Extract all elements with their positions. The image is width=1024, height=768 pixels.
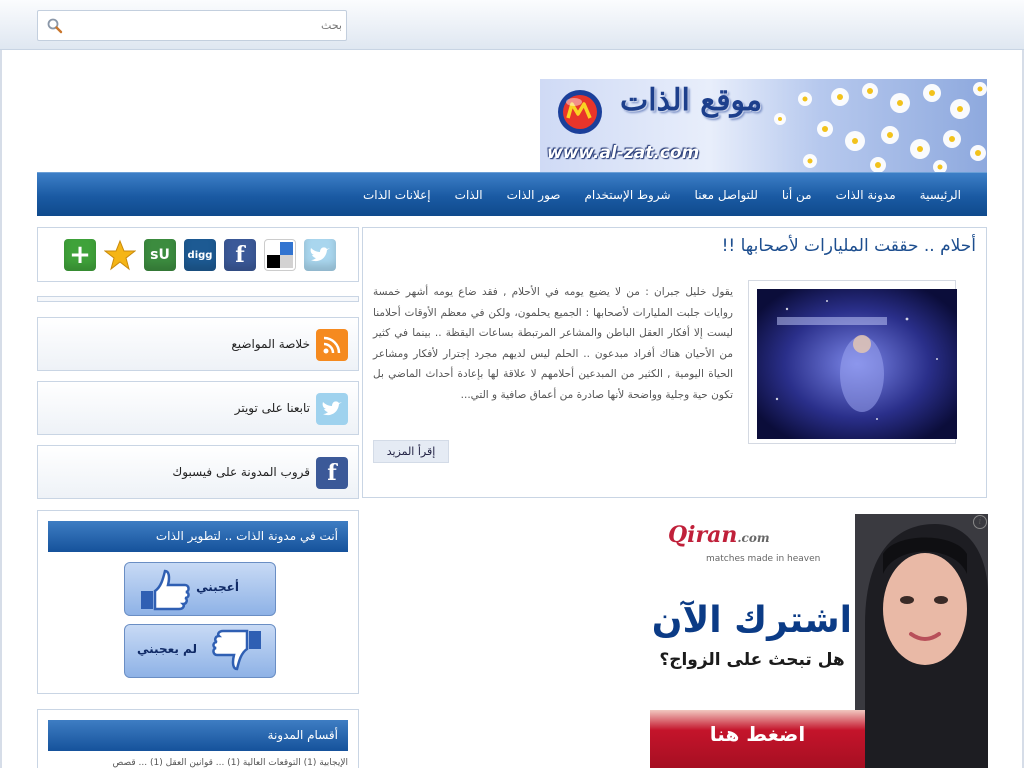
vote-box: أنت في مدونة الذات .. لتطوير الذات أعجبن…: [37, 510, 359, 694]
facebook-icon[interactable]: f: [224, 239, 256, 271]
main-navigation: الرئيسية مدونة الذات من أنا للتواصل معنا…: [37, 172, 987, 216]
site-logo-icon: [558, 90, 602, 134]
stumbleupon-icon[interactable]: sU: [144, 239, 176, 271]
nav-item-blog[interactable]: مدونة الذات: [824, 173, 908, 217]
post-title[interactable]: أحلام .. حققت المليارات لأصحابها !!: [722, 236, 976, 256]
social-share-box: f digg sU +: [37, 227, 359, 282]
ad-cta-button[interactable]: اضغط هنا: [650, 710, 865, 768]
ad-info-icon[interactable]: i: [973, 515, 987, 529]
nav-item-photos[interactable]: صور الذات: [495, 173, 573, 217]
categories-list-preview[interactable]: الإيجابية (1) التوقعات العالية (1) ... ق…: [48, 758, 348, 768]
digg-icon[interactable]: digg: [184, 239, 216, 271]
like-button-label: أعجبني: [196, 580, 239, 594]
ad-brand-logo: Qiran.com: [668, 522, 770, 548]
ad-headline: اشترك الآن: [651, 600, 852, 641]
facebook-widget-label: قروب المدونة على فيسبوك: [172, 465, 310, 479]
rss-widget-label: خلاصة المواضيع: [231, 337, 310, 351]
ad-subheadline: هل تبحث على الزواج؟: [659, 650, 845, 670]
favorite-star-icon[interactable]: [104, 239, 136, 271]
dislike-button[interactable]: لم يعجبني: [124, 624, 276, 678]
top-bar: [0, 0, 1024, 50]
post-excerpt: يقول خليل جبران : من لا يضيع يومه في الأ…: [373, 286, 733, 401]
rss-widget[interactable]: خلاصة المواضيع: [37, 317, 359, 371]
delicious-icon[interactable]: [264, 239, 296, 271]
nav-item-home[interactable]: الرئيسية: [908, 173, 973, 217]
dislike-button-label: لم يعجبني: [137, 642, 197, 656]
categories-box: أقسام المدونة الإيجابية (1) التوقعات الع…: [37, 709, 359, 768]
page-frame-left: [0, 50, 2, 768]
vote-box-title: أنت في مدونة الذات .. لتطوير الذات: [155, 529, 338, 543]
rss-icon: [316, 329, 348, 361]
twitter-widget-label: تابعنا على تويتر: [234, 401, 310, 415]
post-thumbnail[interactable]: [748, 280, 957, 444]
ad-tagline: matches made in heaven: [706, 554, 821, 564]
nav-item-about[interactable]: من أنا: [770, 173, 824, 217]
vote-box-header: أنت في مدونة الذات .. لتطوير الذات: [48, 521, 348, 552]
thumbs-down-icon: [212, 629, 261, 671]
advertisement[interactable]: Qiran.com matches made in heaven اشترك ا…: [650, 514, 988, 768]
twitter-follow-icon: [316, 393, 348, 425]
search-input[interactable]: [82, 14, 342, 37]
nav-item-contact[interactable]: للتواصل معنا: [683, 173, 770, 217]
categories-box-header: أقسام المدونة: [48, 720, 348, 751]
read-more-button[interactable]: إقرأ المزيد: [373, 440, 449, 463]
banner-url: www.al-zat.com: [547, 143, 700, 163]
nav-item-ads[interactable]: إعلانات الذات: [351, 173, 443, 217]
twitter-widget[interactable]: تابعنا على تويتر: [37, 381, 359, 435]
add-plus-icon[interactable]: +: [64, 239, 96, 271]
post-thumbnail-image: [757, 289, 957, 439]
banner-title: موقع الذات: [620, 83, 763, 118]
blog-post: أحلام .. حققت المليارات لأصحابها !! يقول…: [362, 227, 987, 498]
nav-item-self[interactable]: الذات: [443, 173, 495, 217]
categories-box-title: أقسام المدونة: [267, 728, 338, 742]
search-box[interactable]: [37, 10, 347, 41]
ad-cta-label: اضغط هنا: [709, 722, 806, 746]
twitter-icon[interactable]: [304, 239, 336, 271]
divider-bar: [37, 296, 359, 302]
site-banner[interactable]: موقع الذات www.al-zat.com: [540, 79, 987, 172]
search-icon[interactable]: [46, 17, 64, 35]
thumbs-up-icon: [141, 569, 190, 611]
like-button[interactable]: أعجبني: [124, 562, 276, 616]
nav-item-terms[interactable]: شروط الإستخدام: [572, 173, 682, 217]
facebook-group-icon: f: [316, 457, 348, 489]
facebook-widget[interactable]: f قروب المدونة على فيسبوك: [37, 445, 359, 499]
ad-woman-photo: [855, 514, 988, 768]
